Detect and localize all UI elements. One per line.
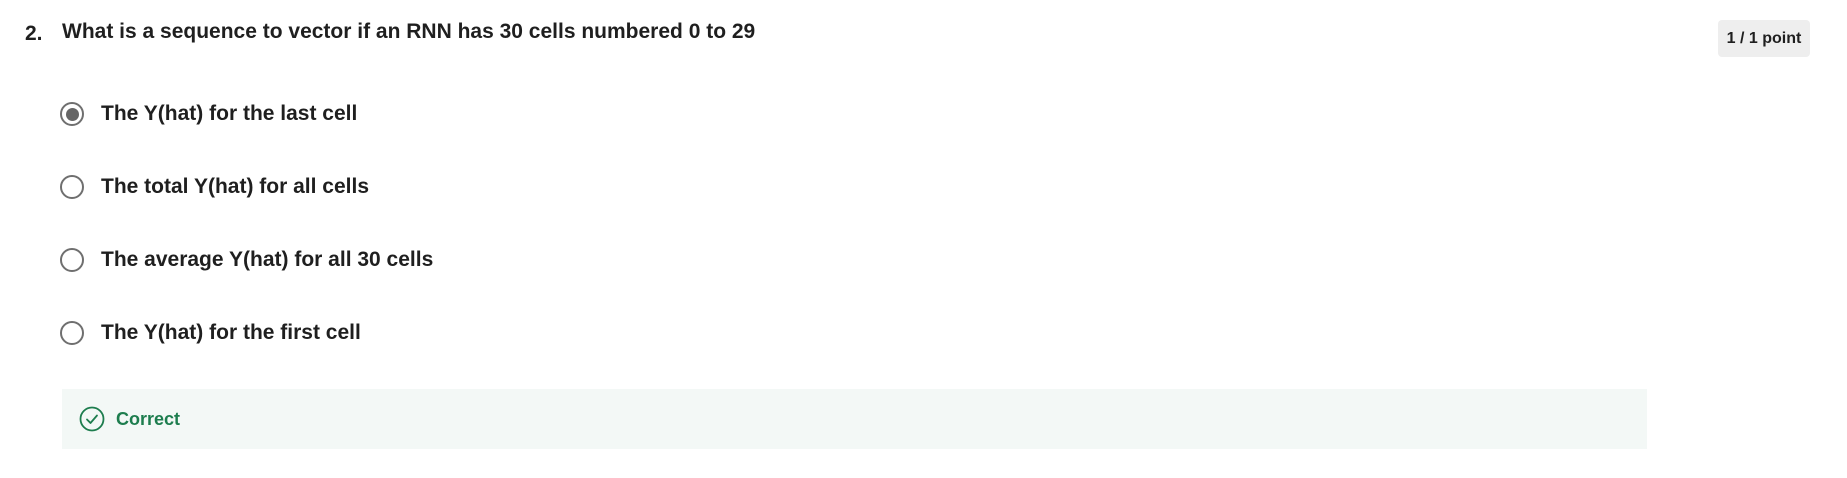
question-number: 2. bbox=[25, 22, 43, 45]
answer-option[interactable]: The total Y(hat) for all cells bbox=[60, 169, 433, 205]
answer-option[interactable]: The average Y(hat) for all 30 cells bbox=[60, 242, 433, 278]
answer-option-label: The Y(hat) for the last cell bbox=[101, 102, 358, 125]
answer-option[interactable]: The Y(hat) for the last cell bbox=[60, 96, 433, 132]
answer-options: The Y(hat) for the last cell The total Y… bbox=[60, 96, 433, 388]
radio-button-selected[interactable] bbox=[60, 102, 84, 126]
radio-button[interactable] bbox=[60, 248, 84, 272]
answer-option-label: The total Y(hat) for all cells bbox=[101, 175, 369, 198]
answer-option-label: The average Y(hat) for all 30 cells bbox=[101, 248, 434, 271]
check-circle-icon bbox=[79, 406, 105, 432]
answer-option-label: The Y(hat) for the first cell bbox=[101, 321, 361, 344]
answer-option[interactable]: The Y(hat) for the first cell bbox=[60, 315, 433, 351]
radio-button[interactable] bbox=[60, 175, 84, 199]
feedback-banner: Correct bbox=[62, 389, 1647, 449]
question-text: What is a sequence to vector if an RNN h… bbox=[62, 20, 756, 43]
radio-button[interactable] bbox=[60, 321, 84, 345]
feedback-label: Correct bbox=[116, 408, 181, 429]
score-badge: 1 / 1 point bbox=[1718, 20, 1810, 57]
